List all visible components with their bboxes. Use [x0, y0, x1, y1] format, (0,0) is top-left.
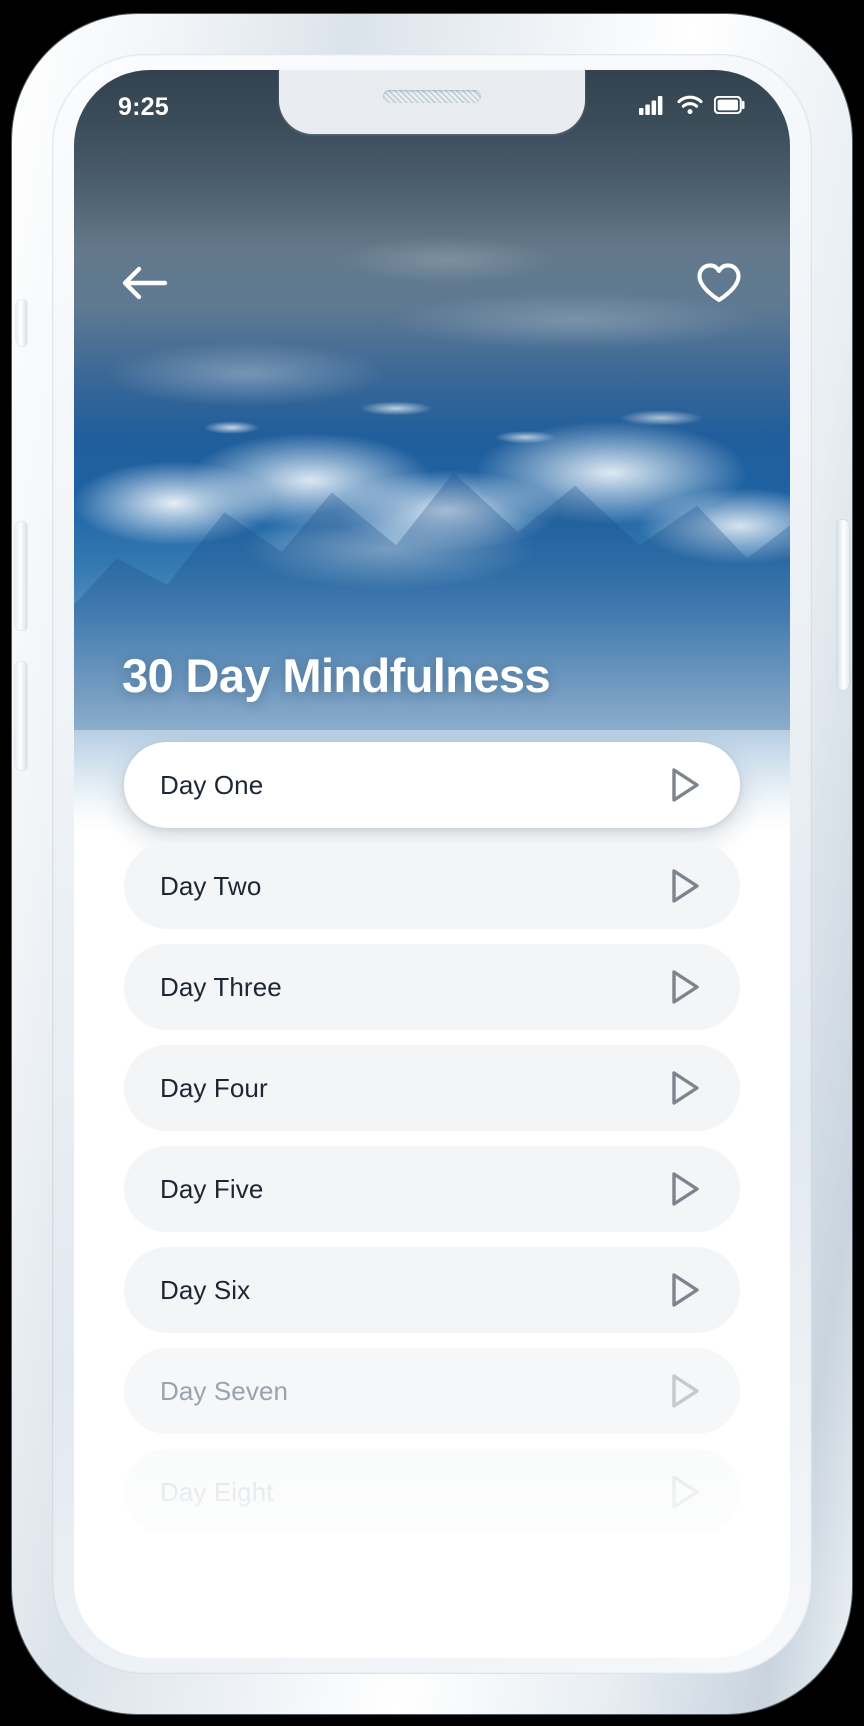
day-list-item-label: Day Two [160, 870, 262, 901]
volume-down-button[interactable] [15, 662, 27, 770]
phone-screen: 9:25 30 Day Mindfulness Day One Day Two … [74, 70, 790, 1658]
page-title: 30 Day Mindfulness [122, 649, 551, 702]
volume-up-button[interactable] [15, 522, 27, 630]
play-triangle-icon[interactable] [668, 766, 702, 804]
play-triangle-icon[interactable] [668, 1170, 702, 1208]
day-list-item[interactable]: Day Six [124, 1247, 740, 1333]
play-triangle-icon[interactable] [668, 1372, 702, 1410]
day-list-item[interactable]: Day Two [124, 843, 740, 929]
status-icons [639, 95, 746, 120]
hero-overlay-scrim [74, 70, 790, 830]
favorite-button[interactable] [690, 256, 748, 314]
device-notch [279, 70, 585, 134]
day-list-item-label: Day Four [160, 1072, 268, 1103]
day-list-item[interactable]: Day Three [124, 944, 740, 1030]
earpiece-speaker [383, 90, 481, 103]
play-triangle-icon[interactable] [668, 1271, 702, 1309]
phone-device-frame: 9:25 30 Day Mindfulness Day One Day Two … [12, 14, 852, 1714]
day-list-item[interactable]: Day Five [124, 1146, 740, 1232]
back-button[interactable] [116, 256, 174, 314]
arrow-left-icon [119, 261, 171, 310]
play-triangle-icon[interactable] [668, 968, 702, 1006]
day-list-item[interactable]: Day Four [124, 1045, 740, 1131]
day-list-item[interactable]: Day One [124, 742, 740, 828]
day-list-item-label: Day Eight [160, 1476, 274, 1507]
day-list-item[interactable]: Day Eight [124, 1449, 740, 1535]
play-triangle-icon[interactable] [668, 867, 702, 905]
day-list-item-label: Day Seven [160, 1375, 289, 1406]
day-list-item[interactable]: Day Seven [124, 1348, 740, 1434]
day-list-item-label: Day Six [160, 1274, 251, 1305]
day-list-item-label: Day One [160, 769, 264, 800]
play-triangle-icon[interactable] [668, 1069, 702, 1107]
power-button[interactable] [837, 520, 849, 690]
wifi-icon [677, 95, 703, 120]
day-list-item-label: Day Five [160, 1173, 264, 1204]
battery-icon [713, 95, 746, 119]
cellular-signal-icon [639, 95, 666, 120]
silent-switch[interactable] [16, 300, 27, 346]
status-time: 9:25 [118, 92, 169, 121]
top-navigation-bar [74, 256, 790, 314]
day-list: Day One Day Two Day Three Day Four Day Five D… [74, 742, 790, 1535]
heart-outline-icon [695, 261, 743, 310]
day-list-item-label: Day Three [160, 971, 282, 1002]
play-triangle-icon[interactable] [668, 1473, 702, 1511]
